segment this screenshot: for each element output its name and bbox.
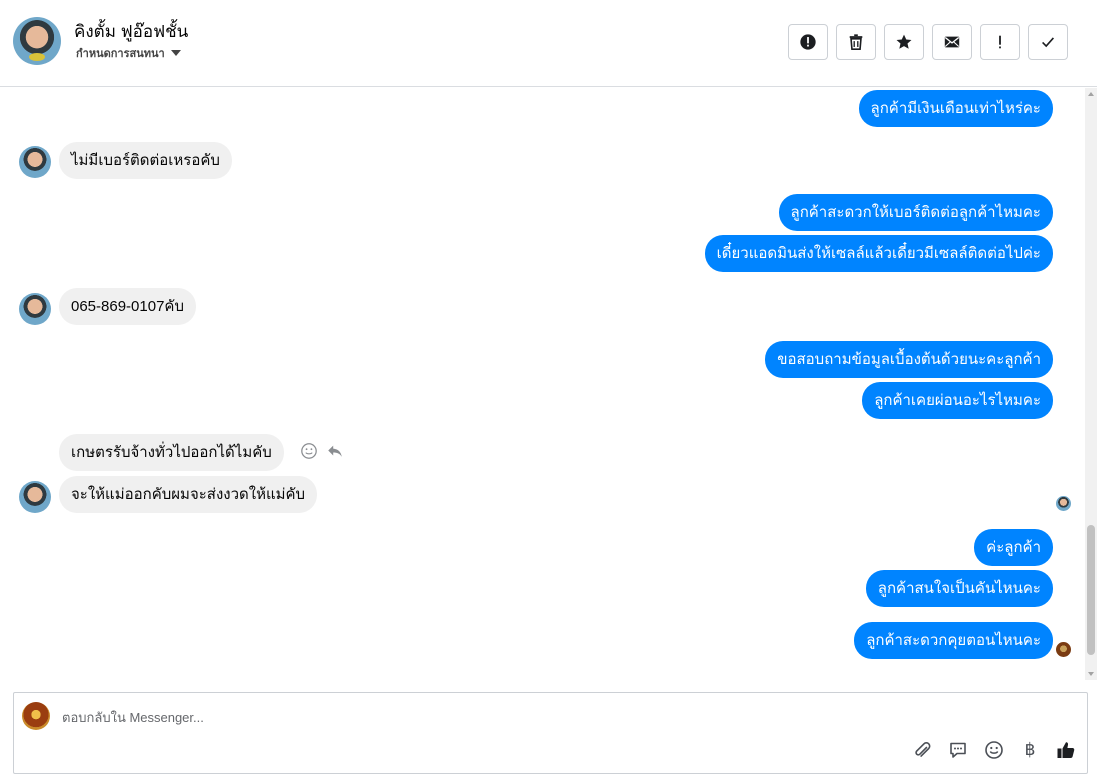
page-avatar [22,702,50,730]
seen-indicator-avatar [1056,496,1071,511]
trash-icon [849,34,863,51]
saved-replies-button[interactable] [947,739,969,761]
contact-name[interactable]: คิงตั้ม ฟูอ๊อฟชั้น [74,18,188,45]
reply-icon[interactable] [326,442,344,460]
payment-button[interactable]: ฿ [1019,739,1041,761]
reply-composer: ฿ [13,692,1088,774]
reply-input[interactable] [62,705,1042,729]
outgoing-message[interactable]: ลูกค้าสะดวกคุยตอนไหนคะ [854,622,1053,659]
scrollbar-thumb[interactable] [1087,525,1095,655]
conversation-header: คิงตั้ม ฟูอ๊อฟชั้น กำหนดการสนทนา [0,0,1097,87]
check-icon [1042,37,1055,48]
outgoing-message[interactable]: ลูกค้าสนใจเป็นคันไหนคะ [865,570,1053,607]
envelope-icon [944,36,960,48]
smiley-icon [985,741,1003,759]
follow-up-button[interactable] [980,24,1020,60]
scroll-up-arrow[interactable] [1088,92,1094,96]
incoming-message[interactable]: 065-869-0107คับ [59,288,196,325]
incoming-message[interactable]: ไม่มีเบอร์ติดต่อเหรอคับ [59,142,232,179]
outgoing-message[interactable]: เดี๋ยวแอดมินส่งให้เซลล์แล้วเดี๋ยวมีเซลล์… [704,235,1053,272]
mark-unread-button[interactable] [932,24,972,60]
like-button[interactable] [1055,739,1077,761]
sent-indicator-avatar [1056,642,1071,657]
incoming-message[interactable]: จะให้แม่ออกคับผมจะส่งงวดให้แม่คับ [59,476,318,513]
assign-conversation[interactable]: กำหนดการสนทนา [76,44,181,62]
contact-avatar-small[interactable] [19,293,51,325]
exclamation-icon [999,35,1001,49]
contact-avatar-small[interactable] [19,481,51,513]
paperclip-icon [915,742,931,757]
chat-bubble-icon [950,742,966,758]
outgoing-message[interactable]: ค่ะลูกค้า [974,529,1053,566]
outgoing-message[interactable]: ลูกค้าเคยผ่อนอะไรไหมคะ [862,382,1053,419]
message-thread[interactable]: ลูกค้ามีเงินเดือนเท่าไหร่คะ ไม่มีเบอร์ติ… [0,88,1084,680]
composer-tools: ฿ [911,739,1077,761]
star-icon [896,34,912,49]
outgoing-message[interactable]: ขอสอบถามข้อมูลเบื้องต้นด้วยนะคะลูกค้า [765,341,1053,378]
baht-icon: ฿ [1024,740,1036,759]
react-emoji-icon[interactable] [300,442,318,460]
incoming-message[interactable]: เกษตรรับจ้างทั่วไปออกได้ไมคับ [59,434,284,471]
message-hover-actions [300,442,344,460]
outgoing-message[interactable]: ลูกค้ามีเงินเดือนเท่าไหร่คะ [858,90,1053,127]
thread-scrollbar[interactable] [1085,88,1097,680]
caret-down-icon[interactable] [170,50,181,56]
delete-button[interactable] [836,24,876,60]
report-spam-button[interactable] [788,24,828,60]
scroll-down-arrow[interactable] [1088,672,1094,676]
contact-avatar-small[interactable] [19,146,51,178]
mark-done-button[interactable] [1028,24,1068,60]
assign-conversation-label[interactable]: กำหนดการสนทนา [76,44,165,62]
alert-circle-icon [800,34,816,50]
thumbs-up-icon [1057,742,1075,758]
emoji-button[interactable] [983,739,1005,761]
attach-button[interactable] [911,739,933,761]
outgoing-message[interactable]: ลูกค้าสะดวกให้เบอร์ติดต่อลูกค้าไหมคะ [778,194,1053,231]
contact-avatar[interactable] [13,17,61,65]
star-button[interactable] [884,24,924,60]
conversation-toolbar [788,24,1068,60]
